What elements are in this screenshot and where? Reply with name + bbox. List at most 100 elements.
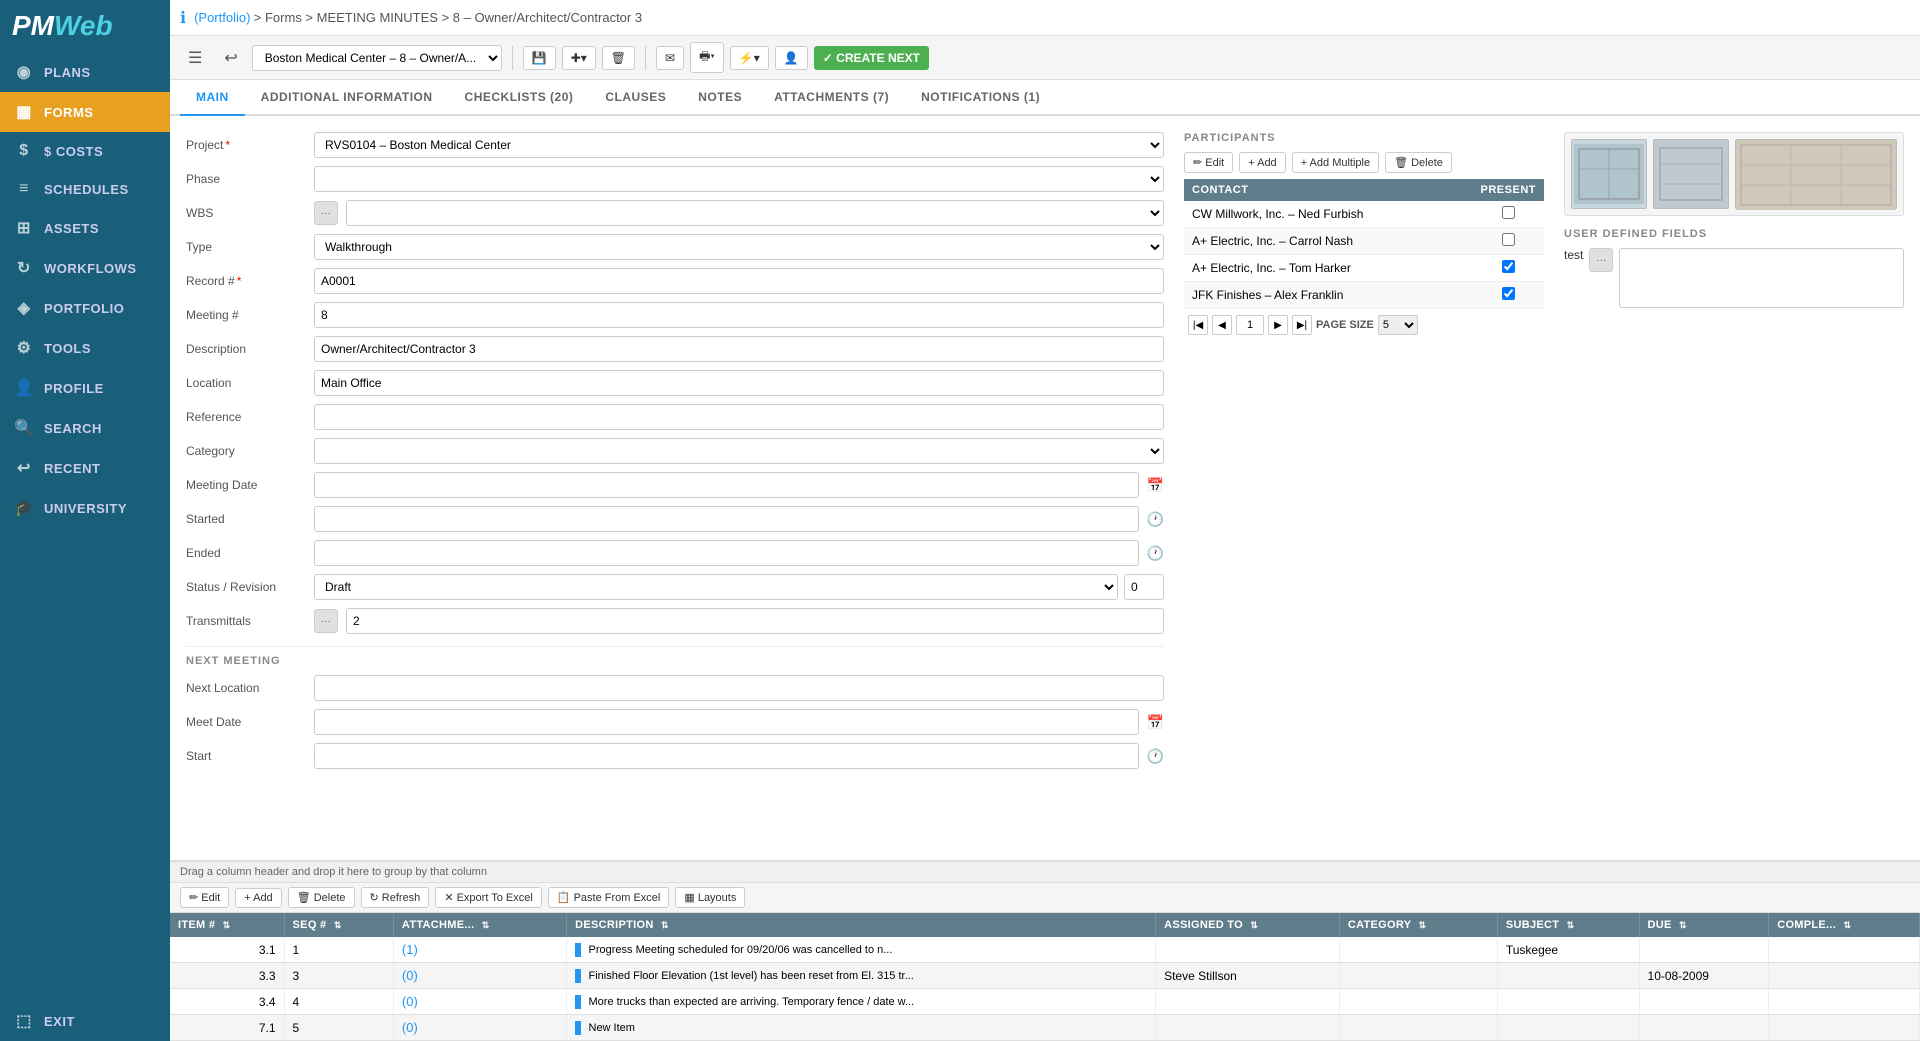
category-select[interactable] bbox=[314, 438, 1164, 464]
desc-link-4[interactable]: New Item bbox=[589, 1022, 635, 1034]
participant-present-2[interactable] bbox=[1502, 233, 1515, 246]
location-input[interactable] bbox=[314, 370, 1164, 396]
reference-input[interactable] bbox=[314, 404, 1164, 430]
grid-delete-button[interactable]: 🗑 Delete bbox=[288, 887, 355, 908]
description-input[interactable] bbox=[314, 336, 1164, 362]
page-size-select[interactable]: 5 10 25 bbox=[1378, 315, 1418, 335]
tab-clauses[interactable]: Clauses bbox=[589, 80, 682, 116]
meeting-input[interactable] bbox=[314, 302, 1164, 328]
first-page-button[interactable]: |◀ bbox=[1188, 315, 1208, 335]
sidebar-item-assets[interactable]: ⊞ Assets bbox=[0, 208, 170, 248]
tab-notes[interactable]: Notes bbox=[682, 80, 758, 116]
create-next-button[interactable]: ✓ CREATE NEXT bbox=[814, 46, 929, 70]
transmittals-dots-button[interactable]: ··· bbox=[314, 609, 338, 633]
next-page-button[interactable]: ▶ bbox=[1268, 315, 1288, 335]
phase-select[interactable] bbox=[314, 166, 1164, 192]
grid-add-button[interactable]: + Add bbox=[235, 888, 281, 908]
cell-attach-3: (0) bbox=[393, 989, 566, 1015]
record-input[interactable] bbox=[314, 268, 1164, 294]
started-input[interactable] bbox=[314, 506, 1139, 532]
clock-icon-started[interactable]: 🕐 bbox=[1147, 511, 1164, 528]
participants-add-button[interactable]: + Add bbox=[1239, 152, 1285, 173]
grid-export-button[interactable]: ✕ Export To Excel bbox=[435, 887, 542, 908]
prev-page-button[interactable]: ◀ bbox=[1212, 315, 1232, 335]
project-select-field[interactable]: RVS0104 – Boston Medical Center bbox=[314, 132, 1164, 158]
participants-add-multiple-button[interactable]: + Add Multiple bbox=[1292, 152, 1379, 173]
grid-refresh-button[interactable]: ↻ Refresh bbox=[361, 887, 430, 908]
sidebar-item-university[interactable]: 🎓 University bbox=[0, 488, 170, 528]
participant-contact-3: A+ Electric, Inc. – Tom Harker bbox=[1184, 255, 1473, 282]
current-page-input[interactable] bbox=[1236, 315, 1264, 335]
transmittals-input[interactable] bbox=[346, 608, 1164, 634]
record-label: Record # bbox=[186, 274, 306, 288]
save-button[interactable]: 💾 bbox=[523, 46, 556, 70]
grid-edit-button[interactable]: ✏ Edit bbox=[180, 887, 229, 908]
tab-main[interactable]: Main bbox=[180, 80, 245, 116]
participant-present-3[interactable] bbox=[1502, 260, 1515, 273]
lightning-button[interactable]: ⚡▾ bbox=[730, 46, 769, 70]
sidebar-item-schedules[interactable]: ≡ Schedules bbox=[0, 170, 170, 208]
participants-edit-button[interactable]: ✏ Edit bbox=[1184, 152, 1233, 173]
sidebar-item-plans[interactable]: ◉ Plans bbox=[0, 52, 170, 92]
thumbnail-1[interactable] bbox=[1571, 139, 1647, 209]
udf-title: USER DEFINED FIELDS bbox=[1564, 228, 1904, 240]
sidebar-item-costs[interactable]: $ $ Costs bbox=[0, 132, 170, 170]
sidebar-item-tools[interactable]: ⚙ Tools bbox=[0, 328, 170, 368]
delete-button[interactable]: 🗑 bbox=[602, 46, 635, 70]
undo-button[interactable]: ↩ bbox=[216, 44, 245, 72]
sidebar-item-recent[interactable]: ↩ Recent bbox=[0, 448, 170, 488]
thumbnail-3[interactable] bbox=[1735, 139, 1897, 209]
participant-present-1[interactable] bbox=[1502, 206, 1515, 219]
sidebar-item-exit[interactable]: ⬚ Exit bbox=[0, 1001, 170, 1041]
status-select[interactable]: Draft bbox=[314, 574, 1118, 600]
start-input[interactable] bbox=[314, 743, 1139, 769]
next-location-input[interactable] bbox=[314, 675, 1164, 701]
hamburger-button[interactable]: ☰ bbox=[180, 44, 210, 72]
clock-icon-ended[interactable]: 🕐 bbox=[1147, 545, 1164, 562]
tab-checklists[interactable]: Checklists (20) bbox=[449, 80, 590, 116]
grid-paste-button[interactable]: 📋 Paste From Excel bbox=[548, 887, 670, 908]
email-button[interactable]: ✉ bbox=[656, 46, 684, 70]
thumbnail-2[interactable] bbox=[1653, 139, 1729, 209]
sidebar: PM Web ◉ Plans ▦ Forms $ $ Costs ≡ Sched… bbox=[0, 0, 170, 1041]
wbs-dots-button[interactable]: ··· bbox=[314, 201, 338, 225]
tab-notifications[interactable]: Notifications (1) bbox=[905, 80, 1056, 116]
last-page-button[interactable]: ▶| bbox=[1292, 315, 1312, 335]
add-button[interactable]: ✚▾ bbox=[562, 46, 596, 70]
clock-icon-start[interactable]: 🕐 bbox=[1147, 748, 1164, 765]
udf-dots-button[interactable]: ··· bbox=[1589, 248, 1613, 272]
participants-delete-button[interactable]: 🗑 Delete bbox=[1385, 152, 1452, 173]
project-select[interactable]: Boston Medical Center – 8 – Owner/A... bbox=[252, 45, 502, 71]
transmittals-label: Transmittals bbox=[186, 614, 306, 628]
sidebar-item-profile[interactable]: 👤 Profile bbox=[0, 368, 170, 408]
tab-additional[interactable]: Additional Information bbox=[245, 80, 449, 116]
cell-attach-4: (0) bbox=[393, 1015, 566, 1041]
wbs-select[interactable] bbox=[346, 200, 1164, 226]
sidebar-item-forms[interactable]: ▦ Forms bbox=[0, 92, 170, 132]
calendar-icon-meeting[interactable]: 📅 bbox=[1147, 477, 1164, 494]
participant-present-4[interactable] bbox=[1502, 287, 1515, 300]
desc-link-2[interactable]: Finished Floor Elevation (1st level) has… bbox=[589, 970, 914, 982]
meeting-date-input[interactable] bbox=[314, 472, 1139, 498]
person-button[interactable]: 👤 bbox=[775, 46, 808, 70]
sidebar-item-workflows[interactable]: ↻ Workflows bbox=[0, 248, 170, 288]
calendar-icon-meet[interactable]: 📅 bbox=[1147, 714, 1164, 731]
ended-input[interactable] bbox=[314, 540, 1139, 566]
info-icon[interactable]: ℹ bbox=[180, 8, 186, 28]
print-button[interactable]: 🖶▾ bbox=[690, 42, 724, 73]
breadcrumb-portfolio[interactable]: (Portfolio) bbox=[194, 10, 250, 25]
desc-link-3[interactable]: More trucks than expected are arriving. … bbox=[589, 996, 915, 1008]
revision-input[interactable] bbox=[1124, 574, 1164, 600]
type-select[interactable]: Walkthrough bbox=[314, 234, 1164, 260]
grid-layouts-button[interactable]: ▦ Layouts bbox=[675, 887, 745, 908]
desc-link-1[interactable]: Progress Meeting scheduled for 09/20/06 … bbox=[589, 944, 893, 956]
udf-field-input[interactable] bbox=[1619, 248, 1904, 308]
sidebar-item-portfolio[interactable]: ◈ Portfolio bbox=[0, 288, 170, 328]
attach-link-4[interactable]: (0) bbox=[402, 1020, 418, 1035]
attach-link-1[interactable]: (1) bbox=[402, 942, 418, 957]
tab-attachments[interactable]: Attachments (7) bbox=[758, 80, 905, 116]
attach-link-2[interactable]: (0) bbox=[402, 968, 418, 983]
attach-link-3[interactable]: (0) bbox=[402, 994, 418, 1009]
sidebar-item-search[interactable]: 🔍 Search bbox=[0, 408, 170, 448]
meet-date-input[interactable] bbox=[314, 709, 1139, 735]
